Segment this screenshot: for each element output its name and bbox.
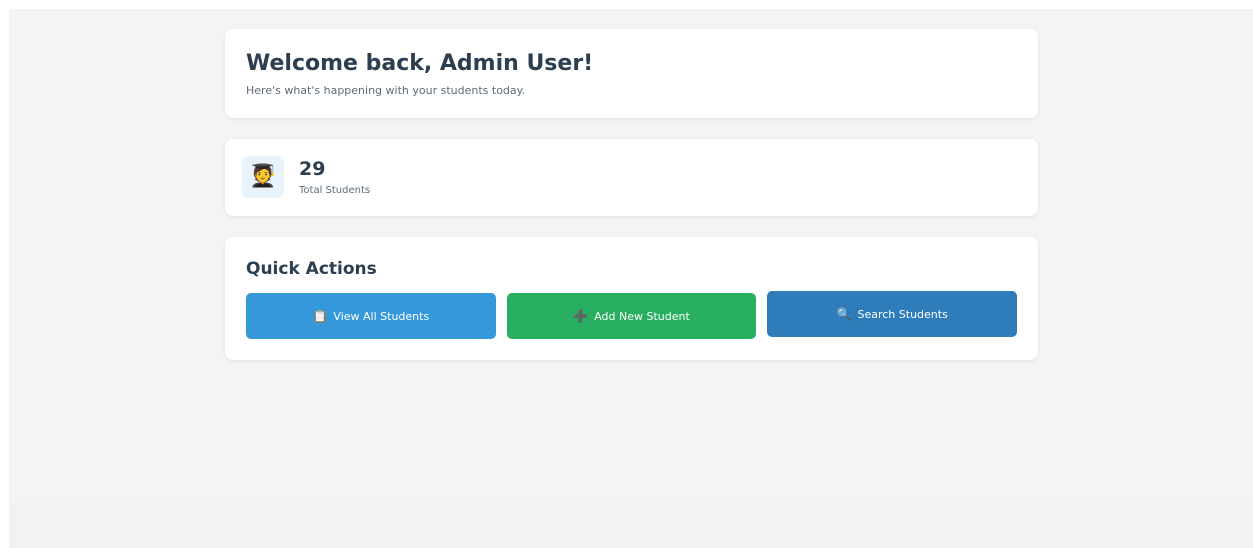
stat-text: 29 Total Students (299, 158, 370, 196)
add-new-student-button[interactable]: ➕ Add New Student (506, 293, 757, 339)
app-frame: Welcome back, Admin User! Here's what's … (9, 9, 1253, 548)
welcome-subtitle: Here's what's happening with your studen… (246, 84, 526, 97)
quick-actions-card: Quick Actions 📋 View All Students ➕ Add … (225, 237, 1038, 360)
search-students-label: Search Students (857, 307, 948, 321)
stat-value: 29 (299, 158, 326, 180)
welcome-title: Welcome back, Admin User! (246, 51, 594, 76)
add-new-student-label: Add New Student (594, 309, 690, 323)
dashboard-container: Welcome back, Admin User! Here's what's … (225, 29, 1038, 360)
clipboard-icon: 📋 (312, 309, 328, 323)
view-all-students-label: View All Students (333, 309, 430, 323)
stat-card-total-students: 🧑‍🎓 29 Total Students (225, 139, 1038, 216)
graduate-student-icon: 🧑‍🎓 (242, 156, 284, 198)
page-footer-area (9, 499, 1253, 548)
magnifier-icon: 🔍 (836, 307, 852, 321)
quick-actions-row: 📋 View All Students ➕ Add New Student 🔍 … (246, 291, 1018, 339)
view-all-students-button[interactable]: 📋 View All Students (246, 293, 496, 339)
plus-icon: ➕ (573, 309, 589, 323)
stat-label: Total Students (299, 185, 371, 196)
welcome-card: Welcome back, Admin User! Here's what's … (225, 29, 1038, 118)
search-students-button[interactable]: 🔍 Search Students (767, 291, 1018, 337)
quick-actions-title: Quick Actions (246, 259, 377, 279)
